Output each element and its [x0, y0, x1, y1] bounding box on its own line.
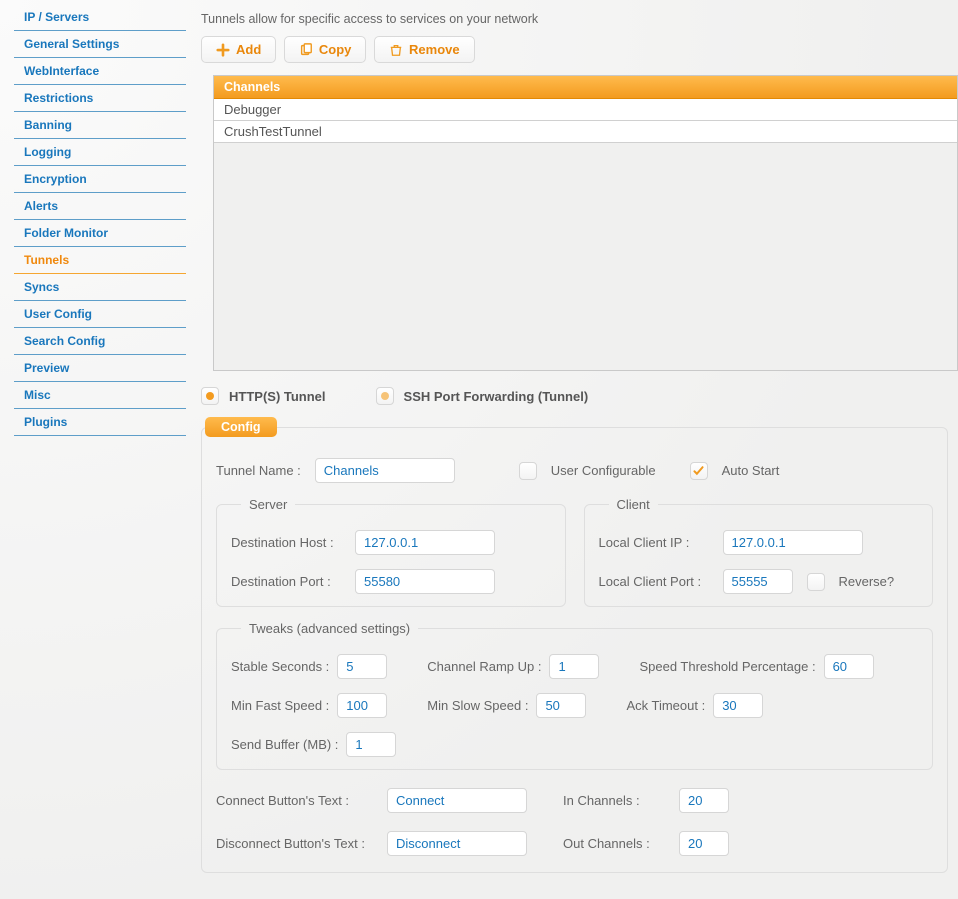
local-ip-label: Local Client IP :: [599, 535, 709, 550]
sidebar-item-ip-servers[interactable]: IP / Servers: [14, 4, 186, 31]
toolbar: Add Copy Remove: [201, 36, 958, 63]
table-row[interactable]: Debugger: [214, 99, 957, 121]
add-button[interactable]: Add: [201, 36, 276, 63]
user-configurable-checkbox[interactable]: [519, 462, 537, 480]
plus-icon: [216, 43, 230, 57]
sidebar-item-alerts[interactable]: Alerts: [14, 193, 186, 220]
config-tab: Config: [205, 417, 277, 437]
channels-header[interactable]: Channels: [214, 76, 957, 99]
dest-host-input[interactable]: [355, 530, 495, 555]
stable-seconds-input[interactable]: [337, 654, 387, 679]
send-buffer-input[interactable]: [346, 732, 396, 757]
server-legend: Server: [241, 497, 295, 512]
channels-table: Channels Debugger CrushTestTunnel: [213, 75, 958, 371]
helper-text: Tunnels allow for specific access to ser…: [201, 8, 958, 36]
copy-button-label: Copy: [319, 42, 352, 57]
sidebar-item-tunnels[interactable]: Tunnels: [14, 247, 186, 274]
disconnect-text-input[interactable]: [387, 831, 527, 856]
auto-start-checkbox[interactable]: [690, 462, 708, 480]
auto-start-label: Auto Start: [722, 463, 780, 478]
reverse-checkbox[interactable]: [807, 573, 825, 591]
tunnel-name-label: Tunnel Name :: [216, 463, 301, 478]
tunnel-type-row: HTTP(S) Tunnel SSH Port Forwarding (Tunn…: [201, 381, 958, 419]
sidebar-item-logging[interactable]: Logging: [14, 139, 186, 166]
reverse-label: Reverse?: [839, 574, 895, 589]
sidebar-item-webinterface[interactable]: WebInterface: [14, 58, 186, 85]
copy-icon: [299, 43, 313, 57]
radio-ssh-tunnel[interactable]: SSH Port Forwarding (Tunnel): [376, 387, 589, 405]
sidebar-item-encryption[interactable]: Encryption: [14, 166, 186, 193]
dest-port-label: Destination Port :: [231, 574, 341, 589]
out-channels-input[interactable]: [679, 831, 729, 856]
radio-http-tunnel[interactable]: HTTP(S) Tunnel: [201, 387, 326, 405]
add-button-label: Add: [236, 42, 261, 57]
channel-ramp-label: Channel Ramp Up :: [427, 659, 541, 674]
connect-text-label: Connect Button's Text :: [216, 793, 371, 808]
speed-threshold-input[interactable]: [824, 654, 874, 679]
dest-port-input[interactable]: [355, 569, 495, 594]
sidebar-item-banning[interactable]: Banning: [14, 112, 186, 139]
tweaks-legend: Tweaks (advanced settings): [241, 621, 418, 636]
channel-ramp-input[interactable]: [549, 654, 599, 679]
radio-icon: [376, 387, 394, 405]
min-slow-input[interactable]: [536, 693, 586, 718]
config-section: Config Tunnel Name : User Configurable A…: [201, 419, 948, 873]
local-port-label: Local Client Port :: [599, 574, 709, 589]
stable-seconds-label: Stable Seconds :: [231, 659, 329, 674]
connect-text-input[interactable]: [387, 788, 527, 813]
sidebar-item-user-config[interactable]: User Config: [14, 301, 186, 328]
remove-button[interactable]: Remove: [374, 36, 475, 63]
in-channels-label: In Channels :: [563, 793, 663, 808]
send-buffer-label: Send Buffer (MB) :: [231, 737, 338, 752]
radio-ssh-label: SSH Port Forwarding (Tunnel): [404, 389, 589, 404]
radio-http-label: HTTP(S) Tunnel: [229, 389, 326, 404]
local-port-input[interactable]: [723, 569, 793, 594]
disconnect-text-label: Disconnect Button's Text :: [216, 836, 371, 851]
trash-icon: [389, 43, 403, 57]
sidebar-item-preview[interactable]: Preview: [14, 355, 186, 382]
min-slow-label: Min Slow Speed :: [427, 698, 528, 713]
speed-threshold-label: Speed Threshold Percentage :: [639, 659, 815, 674]
min-fast-input[interactable]: [337, 693, 387, 718]
sidebar-item-syncs[interactable]: Syncs: [14, 274, 186, 301]
user-configurable-label: User Configurable: [551, 463, 656, 478]
sidebar-item-search-config[interactable]: Search Config: [14, 328, 186, 355]
dest-host-label: Destination Host :: [231, 535, 341, 550]
table-row[interactable]: CrushTestTunnel: [214, 121, 957, 143]
min-fast-label: Min Fast Speed :: [231, 698, 329, 713]
out-channels-label: Out Channels :: [563, 836, 663, 851]
client-fieldset: Client Local Client IP : Local Client Po…: [584, 497, 934, 607]
radio-icon: [201, 387, 219, 405]
sidebar: IP / Servers General Settings WebInterfa…: [0, 0, 195, 885]
sidebar-item-plugins[interactable]: Plugins: [14, 409, 186, 436]
tunnel-name-input[interactable]: [315, 458, 455, 483]
ack-timeout-label: Ack Timeout :: [626, 698, 705, 713]
server-fieldset: Server Destination Host : Destination Po…: [216, 497, 566, 607]
remove-button-label: Remove: [409, 42, 460, 57]
sidebar-item-folder-monitor[interactable]: Folder Monitor: [14, 220, 186, 247]
copy-button[interactable]: Copy: [284, 36, 367, 63]
sidebar-item-misc[interactable]: Misc: [14, 382, 186, 409]
in-channels-input[interactable]: [679, 788, 729, 813]
local-ip-input[interactable]: [723, 530, 863, 555]
main-panel: Tunnels allow for specific access to ser…: [195, 0, 958, 885]
ack-timeout-input[interactable]: [713, 693, 763, 718]
client-legend: Client: [609, 497, 658, 512]
sidebar-item-restrictions[interactable]: Restrictions: [14, 85, 186, 112]
sidebar-item-general-settings[interactable]: General Settings: [14, 31, 186, 58]
tweaks-fieldset: Tweaks (advanced settings) Stable Second…: [216, 621, 933, 770]
